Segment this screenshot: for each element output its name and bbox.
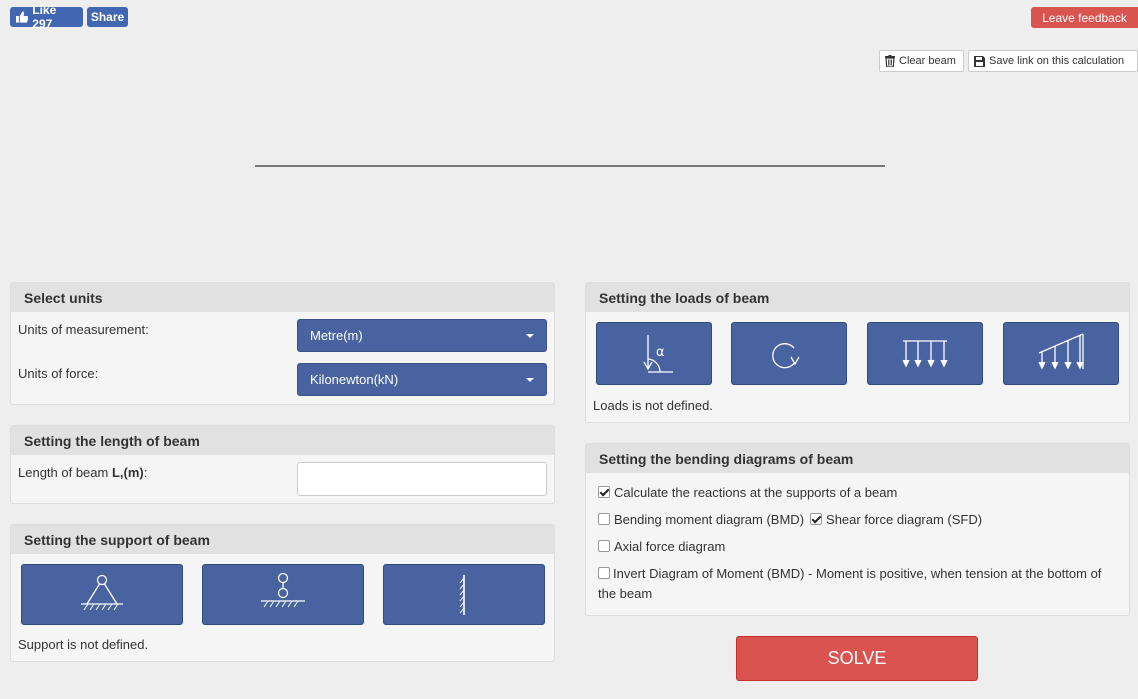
length-panel-title: Setting the length of beam — [11, 426, 554, 455]
axial-checkbox[interactable] — [598, 540, 610, 552]
length-panel: Setting the length of beam Length of bea… — [10, 425, 555, 504]
units-panel: Select units Units of measurement: Metre… — [10, 282, 555, 405]
fixed-support-button[interactable] — [383, 564, 545, 625]
pin-support-icon — [81, 574, 123, 610]
solve-button[interactable]: SOLVE — [736, 636, 978, 681]
invert-checkbox[interactable] — [598, 567, 610, 579]
sfd-checkbox[interactable] — [810, 513, 823, 525]
invert-option: Invert Diagram of Moment (BMD) - Moment … — [598, 564, 1123, 604]
reactions-option: Calculate the reactions at the supports … — [598, 483, 897, 503]
pin-support-button[interactable] — [21, 564, 183, 625]
clear-beam-label: Clear beam — [899, 55, 956, 67]
point-load-icon: α — [643, 334, 673, 373]
beam-length-label-unit: L,(m) — [111, 465, 144, 480]
beam-line — [255, 165, 885, 167]
axial-option: Axial force diagram — [598, 537, 725, 557]
units-panel-title: Select units — [11, 283, 554, 312]
beam-length-input[interactable] — [297, 462, 547, 496]
support-status: Support is not defined. — [18, 637, 149, 652]
leave-feedback-button[interactable]: Leave feedback — [1031, 7, 1138, 28]
measurement-units-value: Metre(m) — [310, 328, 363, 343]
alpha-symbol: α — [656, 345, 665, 360]
axial-label: Axial force diagram — [614, 539, 726, 554]
roller-support-button[interactable] — [202, 564, 364, 625]
chevron-down-icon — [526, 378, 534, 382]
distributed-load-button[interactable] — [867, 322, 983, 385]
chevron-down-icon — [526, 334, 534, 338]
roller-support-icon — [261, 572, 305, 607]
measurement-units-label: Units of measurement: — [18, 322, 149, 337]
force-units-value: Kilonewton(kN) — [310, 372, 399, 387]
facebook-like-button[interactable]: Like 297 — [10, 3, 83, 31]
point-load-button[interactable]: α — [596, 322, 712, 385]
floppy-disk-icon — [974, 55, 985, 67]
thumbs-up-icon — [16, 11, 29, 23]
invert-label: Invert Diagram of Moment (BMD) - Moment … — [598, 566, 1102, 601]
facebook-share-button[interactable]: Share — [87, 7, 128, 27]
force-units-select[interactable]: Kilonewton(kN) — [297, 363, 547, 396]
loads-status: Loads is not defined. — [593, 398, 713, 413]
beam-length-label-suffix: : — [143, 465, 148, 480]
trash-icon — [885, 55, 895, 67]
bmd-label: Bending moment diagram (BMD) — [614, 512, 805, 527]
bmd-checkbox[interactable] — [598, 513, 610, 525]
support-panel-title: Setting the support of beam — [11, 525, 554, 554]
force-units-label: Units of force: — [18, 366, 99, 381]
diagrams-panel-title: Setting the bending diagrams of beam — [586, 444, 1129, 473]
moment-load-icon — [772, 342, 800, 368]
support-panel: Setting the support of beam Support is n… — [10, 524, 555, 662]
like-count-label: Like 297 — [32, 3, 57, 31]
loads-panel: Setting the loads of beam α Loads is not… — [585, 282, 1130, 423]
beam-length-label: Length of beam L,(m): — [18, 465, 147, 480]
diagrams-panel: Setting the bending diagrams of beam Cal… — [585, 443, 1130, 616]
clear-beam-button[interactable]: Clear beam — [879, 50, 964, 72]
bmd-sfd-option: Bending moment diagram (BMD) Shear force… — [598, 510, 982, 530]
reactions-label: Calculate the reactions at the supports … — [614, 485, 898, 500]
triangular-load-button[interactable] — [1003, 322, 1119, 385]
measurement-units-select[interactable]: Metre(m) — [297, 319, 547, 352]
sfd-label: Shear force diagram (SFD) — [826, 512, 983, 527]
save-link-button[interactable]: Save link on this calculation — [968, 50, 1138, 72]
save-link-label: Save link on this calculation — [989, 55, 1125, 67]
distributed-load-icon — [902, 339, 948, 367]
moment-load-button[interactable] — [731, 322, 847, 385]
beam-length-label-prefix: Length of beam — [18, 465, 112, 480]
reactions-checkbox[interactable] — [598, 486, 610, 498]
loads-panel-title: Setting the loads of beam — [586, 283, 1129, 312]
fixed-support-icon — [459, 574, 465, 615]
triangular-load-icon — [1038, 332, 1084, 369]
